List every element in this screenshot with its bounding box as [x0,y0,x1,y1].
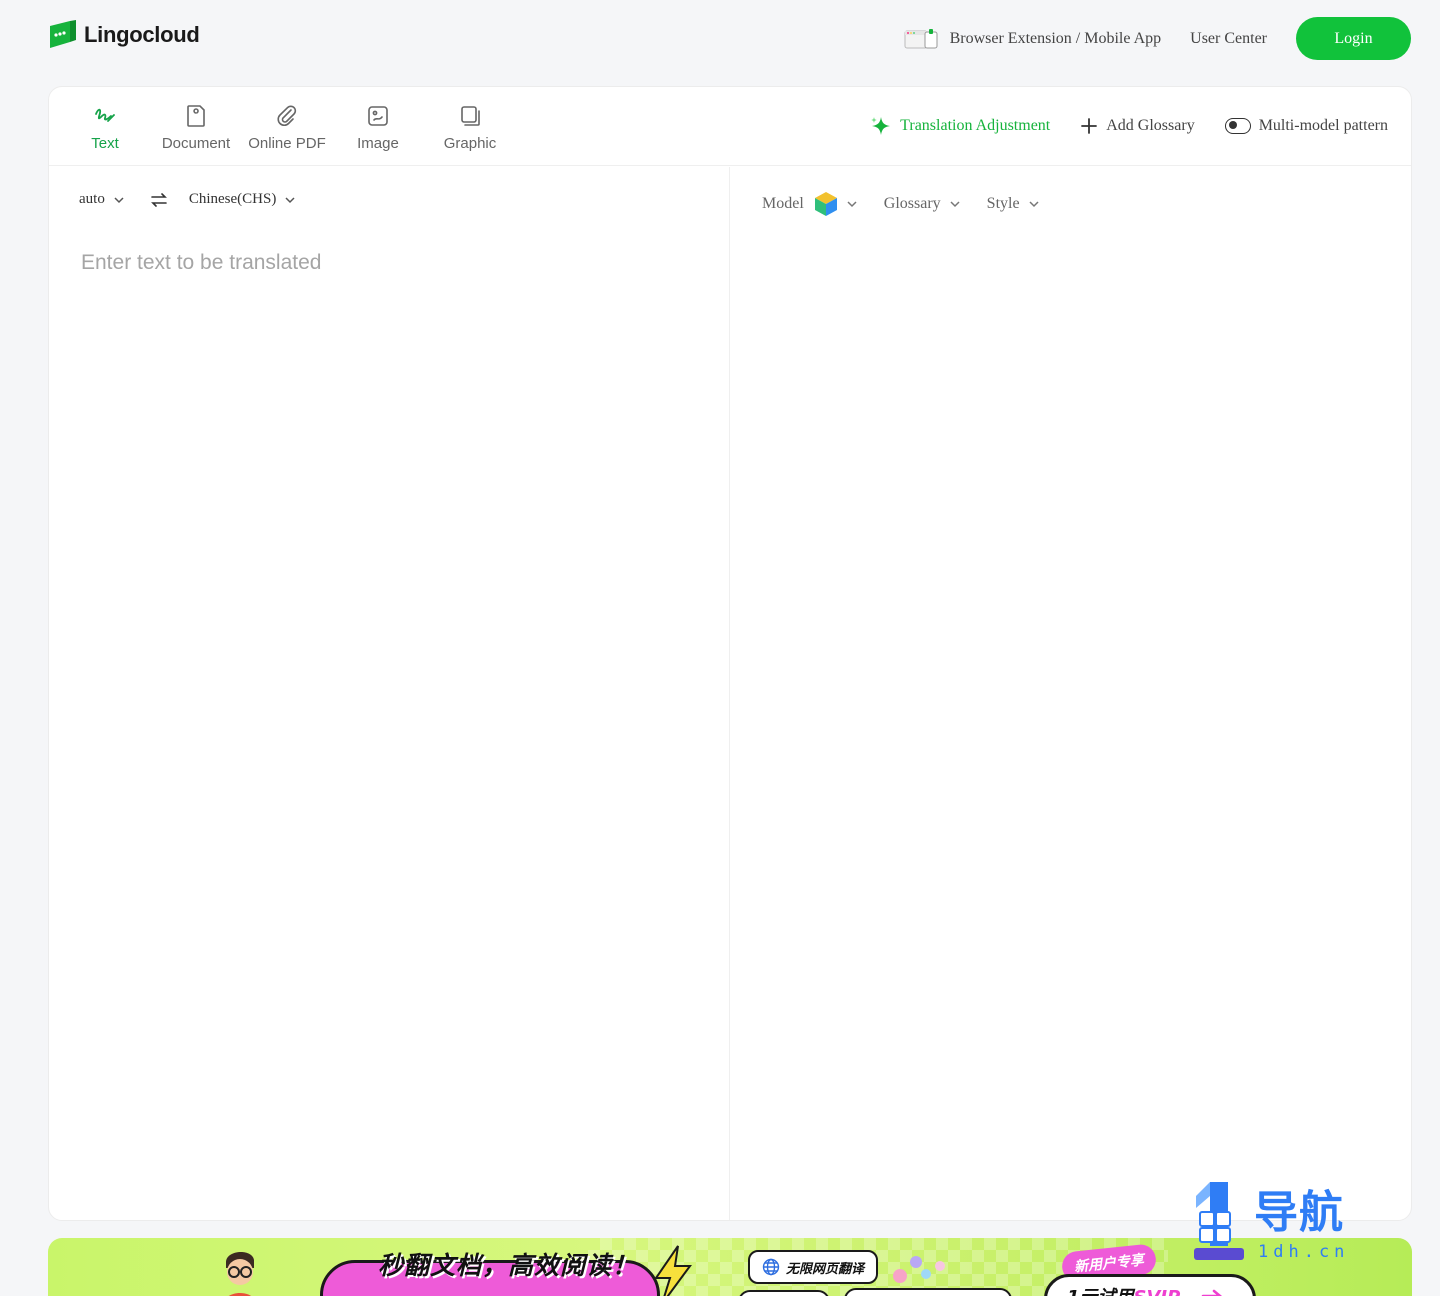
tab-document[interactable]: Document [160,103,232,152]
unlimited-web-translation-tag: 无限网页翻译 [748,1250,879,1284]
offer-prefix: 1元试用 [1067,1287,1134,1296]
banner-card-left [738,1290,830,1296]
logo-mark-icon [50,20,76,48]
chevron-down-icon [1029,201,1039,208]
translation-options-row: Model Glossary Style [762,191,1040,217]
header-nav: Browser Extension / Mobile App User Cent… [904,17,1411,60]
banner-headline: 秒翻文档，高效阅读！ [378,1251,639,1280]
target-language-value: Chinese(CHS) [188,191,277,207]
tag-web-label: 无限网页翻译 [786,1261,865,1277]
translator-card: Text Document Online PDF Image Graphic T… [48,86,1412,1221]
glossary-label: Glossary [883,195,941,212]
source-pane: auto Chinese(CHS) [49,167,730,1220]
image-icon [365,103,391,129]
model-label: Model [762,195,804,212]
chevron-down-icon [114,196,124,203]
watermark-title: 导航 [1254,1187,1344,1238]
model-dropdown[interactable]: Model [762,191,858,217]
user-center-link[interactable]: User Center [1190,30,1267,48]
translation-adjustment-button[interactable]: Translation Adjustment [870,115,1050,137]
tab-online-pdf[interactable]: Online PDF [246,103,328,152]
lightning-bolt-icon [654,1245,692,1296]
translation-adjustment-label: Translation Adjustment [900,117,1051,134]
toolbar-tools: Translation Adjustment Add Glossary Mult… [870,115,1388,137]
source-text-input[interactable] [81,243,681,283]
tab-text[interactable]: Text [86,103,124,152]
lingocloud-logo[interactable]: Lingocloud [48,18,200,52]
glossary-dropdown[interactable]: Glossary [884,195,961,213]
chevron-down-icon [847,201,857,208]
swap-languages-icon[interactable] [150,192,167,207]
watermark-subtitle: 1dh.cn [1258,1242,1350,1262]
toggle-switch-icon[interactable] [1224,118,1251,134]
tab-graphic-label: Graphic [443,135,497,152]
bubbles-icon [893,1256,945,1283]
extension-label: Browser Extension / Mobile App [949,29,1162,47]
tab-text-label: Text [91,135,119,152]
extension-window-icon [904,28,938,48]
source-language-value: auto [79,191,105,207]
site-watermark: 导航 1dh.cn [1192,1182,1362,1262]
svip-offer-button[interactable]: 1元试用SVIP [1044,1274,1256,1296]
model-cube-icon [814,192,837,216]
arrow-right-icon [1201,1289,1222,1296]
tab-image-label: Image [357,135,399,152]
tab-document-label: Document [161,135,231,152]
offer-highlight: SVIP [1134,1287,1181,1296]
top-header: Lingocloud Browser Extension / Mobile Ap… [0,0,1440,78]
style-label: Style [986,195,1020,212]
target-language-dropdown[interactable]: Chinese(CHS) [189,191,297,208]
brand-name: Lingocloud [84,22,200,47]
pen-scribble-icon [92,103,118,129]
browser-extension-link[interactable]: Browser Extension / Mobile App [904,28,1162,50]
mode-toolbar: Text Document Online PDF Image Graphic T… [49,87,1411,166]
tab-online-pdf-label: Online PDF [248,135,326,152]
tab-graphic[interactable]: Graphic [441,103,499,152]
pages-icon [457,103,483,129]
source-language-dropdown[interactable]: auto [79,191,125,208]
watermark-logo-icon [1194,1182,1244,1260]
language-selector-row: auto Chinese(CHS) [79,191,296,208]
mascot-character-icon [226,1251,254,1296]
style-dropdown[interactable]: Style [987,195,1040,213]
globe-icon [762,1258,780,1276]
add-glossary-label: Add Glossary [1106,117,1195,134]
multi-model-toggle[interactable]: Multi-model pattern [1224,117,1388,135]
paperclip-icon [274,103,300,129]
sparkle-icon [871,117,891,135]
target-pane: Model Glossary Style [731,167,1411,1220]
chevron-down-icon [285,196,295,203]
plus-icon [1081,118,1098,134]
add-glossary-button[interactable]: Add Glossary [1080,117,1195,135]
login-button[interactable]: Login [1296,17,1411,60]
document-icon [183,103,209,129]
tab-image[interactable]: Image [355,103,401,152]
chevron-down-icon [950,201,960,208]
multi-model-label: Multi-model pattern [1258,117,1388,134]
